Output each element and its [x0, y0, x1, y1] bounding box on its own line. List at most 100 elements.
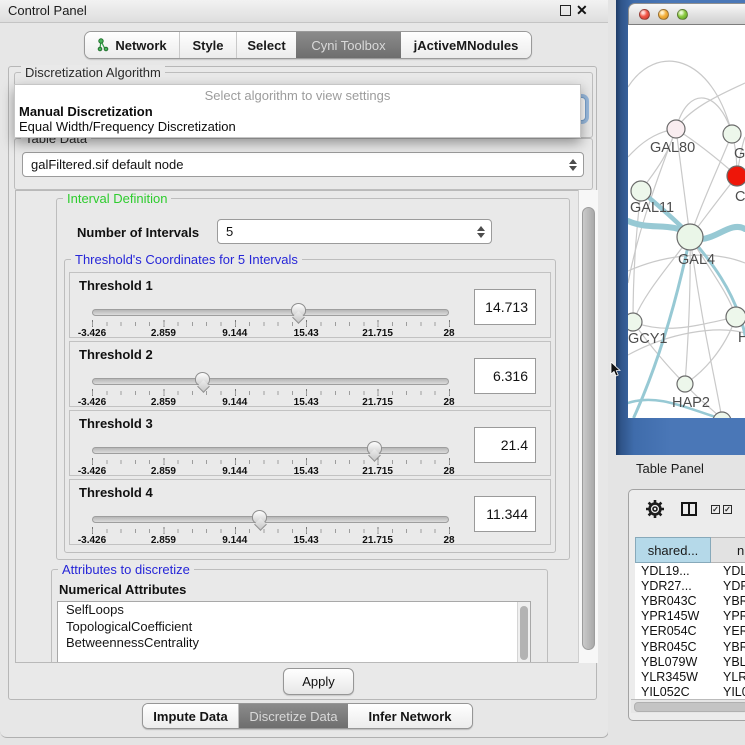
checkbox-columns-icon-2[interactable]: ✓	[723, 505, 732, 514]
slider-track[interactable]	[92, 309, 449, 316]
table-panel-title: Table Panel	[636, 461, 704, 476]
threshold-slider[interactable]: -3.4262.8599.14415.4321.71528	[92, 376, 449, 402]
network-node-label: GAL80	[650, 140, 695, 156]
discretization-algorithm-group-title: Discretization Algorithm	[21, 65, 165, 80]
slider-tick-labels: -3.4262.8599.14415.4321.71528	[92, 466, 449, 478]
algorithm-dropdown-popup: Select algorithm to view settings Manual…	[14, 84, 581, 138]
slider-minor-ticks	[92, 391, 450, 395]
control-panel-window: Control Panel ✕ Network Style Select Cyn…	[0, 0, 609, 738]
numerical-attributes-list[interactable]: SelfLoopsTopologicalCoefficientBetweenne…	[57, 601, 531, 663]
attribute-list-item[interactable]: BetweennessCentrality	[58, 635, 530, 652]
table-panel-window: ✓ ✓ shared... n YDL19...YDL1YDR27...YDR2…	[628, 489, 745, 721]
tab-network[interactable]: Network	[85, 32, 180, 58]
dropdown-item-equal-width[interactable]: Equal Width/Frequency Discretization	[15, 119, 580, 134]
network-node-label: GA	[734, 146, 745, 162]
network-node-label: GCY1	[628, 331, 668, 347]
table-row[interactable]: YPR145WYPR1	[635, 609, 745, 624]
attributes-list-scrollbar[interactable]	[517, 602, 530, 663]
threshold-slider[interactable]: -3.4262.8599.14415.4321.71528	[92, 445, 449, 471]
window-title: Control Panel	[8, 3, 87, 18]
threshold-slider[interactable]: -3.4262.8599.14415.4321.71528	[92, 514, 449, 540]
interval-definition-title: Interval Definition	[63, 191, 171, 206]
table-data-combobox[interactable]: galFiltered.sif default node	[22, 152, 584, 177]
table-row[interactable]: YBL079WYBL0	[635, 654, 745, 669]
tab-select[interactable]: Select	[237, 32, 296, 58]
tab-discretize-data[interactable]: Discretize Data	[239, 704, 348, 728]
minimize-traffic-light[interactable]	[658, 9, 669, 20]
table-row[interactable]: YDL19...YDL1	[635, 563, 745, 578]
table-row[interactable]: YIL052CYIL0	[635, 685, 745, 700]
numerical-attributes-label: Numerical Attributes	[59, 582, 186, 597]
table-row[interactable]: YBR045CYBR0	[635, 639, 745, 654]
threshold-value-box[interactable]: 14.713	[474, 289, 536, 325]
split-columns-icon[interactable]	[681, 502, 697, 516]
network-window-titlebar[interactable]	[628, 3, 745, 25]
threshold-rows: Threshold 1 -3.4262.8599.14415.4321.7152…	[69, 272, 551, 548]
table-horizontal-scrollbar[interactable]	[631, 699, 745, 713]
tab-cyni-toolbox[interactable]: Cyni Toolbox	[296, 32, 401, 58]
number-of-intervals-combobox[interactable]: 5	[217, 219, 492, 244]
apply-button[interactable]: Apply	[283, 668, 354, 695]
close-icon[interactable]: ✕	[576, 2, 588, 18]
threshold-value-box[interactable]: 6.316	[474, 358, 536, 394]
network-node[interactable]	[667, 120, 685, 138]
network-tab-icon	[97, 38, 109, 52]
table-row[interactable]: YLR345WYLR3	[635, 669, 745, 684]
slider-thumb[interactable]	[291, 303, 306, 317]
network-node-label: C	[735, 189, 745, 205]
slider-track[interactable]	[92, 516, 449, 523]
tab-jactivemnodules[interactable]: jActiveMNodules	[401, 32, 531, 58]
network-node[interactable]	[677, 224, 703, 250]
settings-vertical-scrollbar[interactable]	[578, 190, 598, 663]
column-header-name[interactable]: n	[711, 537, 745, 563]
network-node-label: H	[738, 330, 745, 346]
tab-style[interactable]: Style	[180, 32, 237, 58]
network-node[interactable]	[631, 181, 651, 201]
network-node[interactable]	[628, 313, 642, 331]
threshold-panel: Threshold 2 -3.4262.8599.14415.4321.7152…	[69, 341, 551, 407]
dropdown-item-manual-discretization[interactable]: Manual Discretization	[15, 104, 580, 119]
threshold-value-box[interactable]: 11.344	[474, 496, 536, 532]
table-rows[interactable]: YDL19...YDL1YDR27...YDR2YBR043CYBR0YPR14…	[635, 563, 745, 699]
slider-thumb[interactable]	[252, 510, 267, 524]
table-row[interactable]: YBR043CYBR0	[635, 593, 745, 608]
network-node[interactable]	[723, 125, 741, 143]
tab-infer-network[interactable]: Infer Network	[348, 704, 472, 728]
scrollbar-thumb[interactable]	[582, 207, 595, 650]
attribute-items: SelfLoopsTopologicalCoefficientBetweenne…	[58, 602, 530, 652]
slider-thumb[interactable]	[195, 372, 210, 386]
slider-tick-labels: -3.4262.8599.14415.4321.71528	[92, 535, 449, 547]
dropdown-placeholder-item[interactable]: Select algorithm to view settings	[15, 85, 580, 104]
tab-impute-data[interactable]: Impute Data	[143, 704, 239, 728]
threshold-value-box[interactable]: 21.4	[474, 427, 536, 463]
table-row[interactable]: YDR27...YDR2	[635, 578, 745, 593]
zoom-traffic-light[interactable]	[677, 9, 688, 20]
thresholds-coordinates-title: Threshold's Coordinates for 5 Intervals	[71, 252, 302, 267]
slider-track[interactable]	[92, 378, 449, 385]
network-node[interactable]	[677, 376, 693, 392]
combo-stepper-icon	[477, 226, 485, 238]
float-window-icon[interactable]	[560, 5, 571, 16]
attribute-list-item[interactable]: SelfLoops	[58, 602, 530, 619]
network-graph: GAL80GACGAL11GAL4GCY1HHAP2	[628, 25, 745, 418]
number-of-intervals-label: Number of Intervals	[77, 225, 199, 240]
column-header-shared-name[interactable]: shared...	[635, 537, 711, 563]
threshold-label: Threshold 2	[79, 347, 153, 362]
attribute-list-item[interactable]: TopologicalCoefficient	[58, 619, 530, 636]
attributes-group-title: Attributes to discretize	[58, 562, 194, 577]
threshold-slider[interactable]: -3.4262.8599.14415.4321.71528	[92, 307, 449, 333]
network-node-label: GAL11	[630, 200, 674, 216]
slider-minor-ticks	[92, 322, 450, 326]
checkbox-columns-icon[interactable]: ✓	[711, 505, 720, 514]
attributes-group: Attributes to discretize Numerical Attri…	[51, 569, 548, 663]
network-node[interactable]	[727, 166, 745, 186]
slider-thumb[interactable]	[367, 441, 382, 455]
threshold-panel: Threshold 3 -3.4262.8599.14415.4321.7152…	[69, 410, 551, 476]
gear-icon[interactable]	[645, 499, 665, 519]
network-view-canvas[interactable]: GAL80GACGAL11GAL4GCY1HHAP2	[628, 25, 745, 418]
slider-minor-ticks	[92, 460, 450, 464]
slider-track[interactable]	[92, 447, 449, 454]
table-row[interactable]: YER054CYER0	[635, 624, 745, 639]
close-traffic-light[interactable]	[639, 9, 650, 20]
network-node[interactable]	[726, 307, 745, 327]
